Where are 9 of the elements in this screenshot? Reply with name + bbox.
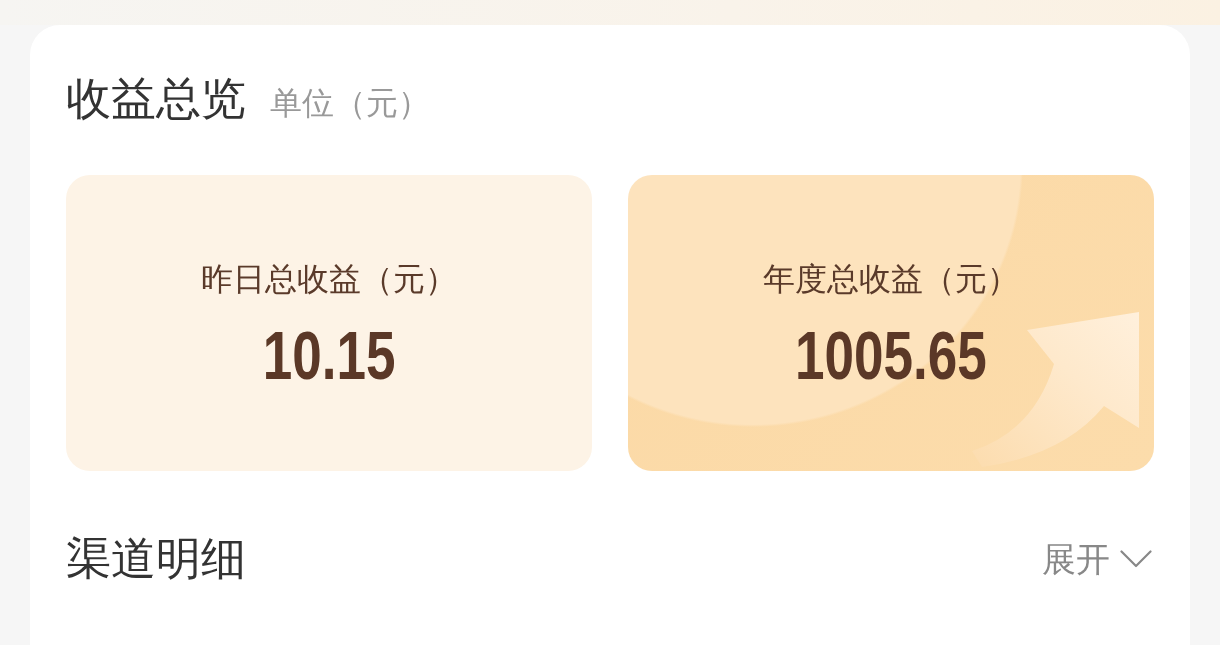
expand-button[interactable]: 展开 (1042, 537, 1152, 581)
section-title: 收益总览 (66, 71, 246, 127)
stat-value: 1005.65 (795, 319, 987, 391)
section-title: 渠道明细 (66, 531, 246, 587)
stat-label: 昨日总收益（元） (201, 259, 457, 299)
unit-label: 单位（元） (270, 83, 430, 123)
chevron-down-icon (1120, 550, 1152, 568)
stat-label: 年度总收益（元） (763, 259, 1019, 299)
stat-value: 10.15 (262, 319, 396, 391)
